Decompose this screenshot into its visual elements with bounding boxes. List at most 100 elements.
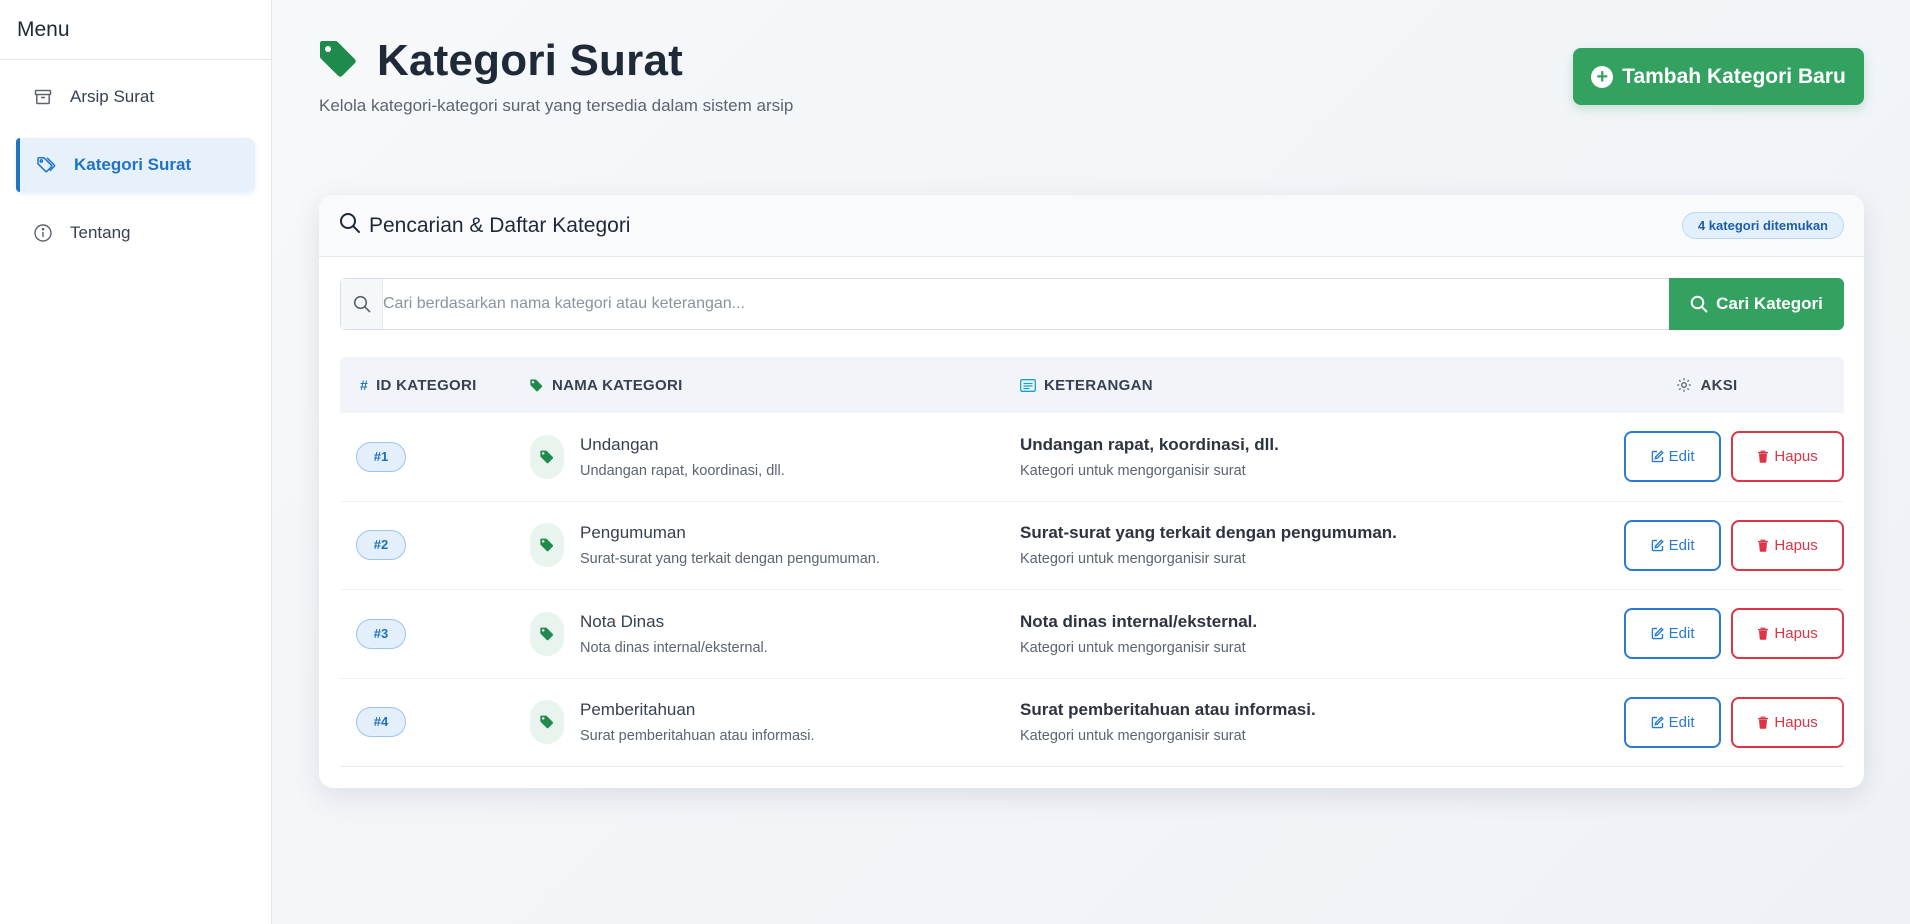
search-bar: Cari Kategori (340, 278, 1844, 330)
page-subtitle: Kelola kategori-kategori surat yang ters… (319, 96, 794, 115)
trash-icon (1757, 627, 1769, 640)
keterangan-text: Surat pemberitahuan atau informasi. (1020, 700, 1316, 720)
aksi-cell: Edit Hapus (1530, 431, 1844, 483)
id-cell: #1 (340, 441, 530, 472)
tag-icon (530, 700, 564, 745)
category-name-sub: Undangan rapat, koordinasi, dll. (580, 462, 785, 479)
sidebar-item-tentang[interactable]: Tentang (16, 206, 255, 260)
sidebar-title: Menu (0, 0, 271, 60)
id-badge: #1 (356, 441, 406, 472)
name-cell: Nota Dinas Nota dinas internal/eksternal… (530, 611, 1020, 656)
keterangan-cell: Nota dinas internal/eksternal. Kategori … (1020, 612, 1530, 656)
table-row: #3 Nota Dinas Nota dinas internal/ekster… (340, 590, 1844, 679)
trash-icon (1757, 450, 1769, 463)
name-cell: Undangan Undangan rapat, koordinasi, dll… (530, 434, 1020, 479)
keterangan-sub: Kategori untuk mengorganisir surat (1020, 551, 1246, 568)
category-name: Pengumuman (580, 523, 686, 543)
aksi-cell: Edit Hapus (1530, 608, 1844, 660)
edit-button[interactable]: Edit (1624, 696, 1722, 748)
category-card: Pencarian & Daftar Kategori 4 kategori d… (319, 195, 1864, 788)
add-category-button[interactable]: + Tambah Kategori Baru (1573, 48, 1864, 105)
category-name-sub: Nota dinas internal/eksternal. (580, 639, 768, 656)
search-box (340, 278, 1669, 330)
plus-circle-icon: + (1591, 65, 1614, 88)
edit-icon (1651, 627, 1664, 640)
keterangan-cell: Undangan rapat, koordinasi, dll. Kategor… (1020, 435, 1530, 479)
trash-icon (1757, 716, 1769, 729)
search-input[interactable] (383, 280, 1669, 328)
keterangan-text: Surat-surat yang terkait dengan pengumum… (1020, 523, 1397, 543)
category-name: Pemberitahuan (580, 700, 696, 720)
tag-icon (530, 523, 564, 568)
category-name-sub: Surat pemberitahuan atau informasi. (580, 728, 815, 745)
delete-button[interactable]: Hapus (1731, 696, 1844, 748)
text-lines-icon (1020, 378, 1036, 392)
sidebar-item-arsip-surat[interactable]: Arsip Surat (16, 70, 255, 124)
id-badge: #2 (356, 530, 406, 561)
category-table: # ID KATEGORI NAMA KATEGORI KETERANGAN A… (340, 357, 1844, 767)
sidebar-item-label: Arsip Surat (70, 87, 155, 106)
keterangan-sub: Kategori untuk mengorganisir surat (1020, 462, 1246, 479)
edit-label: Edit (1668, 536, 1695, 554)
edit-button[interactable]: Edit (1624, 431, 1722, 483)
keterangan-text: Nota dinas internal/eksternal. (1020, 611, 1258, 631)
column-header-label: NAMA KATEGORI (552, 376, 683, 394)
id-cell: #2 (340, 530, 530, 561)
column-header-id: # ID KATEGORI (340, 377, 530, 394)
edit-button[interactable]: Edit (1624, 608, 1722, 660)
edit-label: Edit (1668, 448, 1695, 466)
name-cell: Pemberitahuan Surat pemberitahuan atau i… (530, 700, 1020, 745)
sidebar-item-label: Kategori Surat (74, 155, 192, 174)
table-row: #4 Pemberitahuan Surat pemberitahuan ata… (340, 679, 1844, 767)
gear-icon (1676, 377, 1692, 393)
search-icon (339, 212, 361, 239)
column-header-label: KETERANGAN (1044, 376, 1153, 394)
id-cell: #3 (340, 618, 530, 649)
sidebar-nav: Arsip Surat Kategori Surat Tentang (0, 60, 271, 260)
page-header: Kategori Surat (319, 36, 683, 86)
sidebar: Menu Arsip Surat Kategori Surat Tentang (0, 0, 272, 924)
delete-label: Hapus (1774, 713, 1818, 731)
edit-button[interactable]: Edit (1624, 519, 1722, 571)
sidebar-item-label: Tentang (70, 223, 131, 242)
delete-label: Hapus (1774, 448, 1818, 466)
keterangan-text: Undangan rapat, koordinasi, dll. (1020, 434, 1279, 454)
card-title: Pencarian & Daftar Kategori (369, 213, 631, 237)
info-icon (32, 222, 54, 244)
delete-button[interactable]: Hapus (1731, 519, 1844, 571)
count-badge: 4 kategori ditemukan (1681, 212, 1844, 239)
keterangan-sub: Kategori untuk mengorganisir surat (1020, 639, 1246, 656)
search-button[interactable]: Cari Kategori (1669, 278, 1844, 330)
search-icon (1690, 295, 1708, 313)
add-category-label: Tambah Kategori Baru (1622, 64, 1846, 88)
tag-icon (530, 611, 564, 656)
column-header-aksi: AKSI (1530, 377, 1844, 394)
search-input-icon (341, 279, 383, 329)
category-name: Nota Dinas (580, 611, 665, 631)
name-cell: Pengumuman Surat-surat yang terkait deng… (530, 523, 1020, 568)
id-cell: #4 (340, 707, 530, 738)
category-name-sub: Surat-surat yang terkait dengan pengumum… (580, 551, 880, 568)
hash-icon: # (360, 377, 369, 393)
tags-icon (36, 154, 58, 176)
sidebar-item-kategori-surat[interactable]: Kategori Surat (16, 138, 255, 192)
id-badge: #3 (356, 618, 406, 649)
edit-icon (1651, 715, 1664, 729)
delete-button[interactable]: Hapus (1731, 608, 1844, 660)
keterangan-cell: Surat pemberitahuan atau informasi. Kate… (1020, 700, 1530, 744)
tag-icon (530, 434, 564, 479)
edit-icon (1651, 450, 1664, 463)
delete-label: Hapus (1774, 536, 1818, 554)
category-name: Undangan (580, 434, 659, 454)
edit-label: Edit (1668, 625, 1695, 643)
column-header-name: NAMA KATEGORI (530, 377, 1020, 394)
trash-icon (1757, 539, 1769, 552)
table-row: #1 Undangan Undangan rapat, koordinasi, … (340, 413, 1844, 502)
delete-button[interactable]: Hapus (1731, 431, 1844, 483)
tag-icon (319, 40, 361, 83)
column-header-label: ID KATEGORI (376, 376, 477, 394)
aksi-cell: Edit Hapus (1530, 696, 1844, 748)
archive-icon (32, 86, 54, 108)
search-button-label: Cari Kategori (1716, 294, 1823, 313)
table-row: #2 Pengumuman Surat-surat yang terkait d… (340, 502, 1844, 590)
